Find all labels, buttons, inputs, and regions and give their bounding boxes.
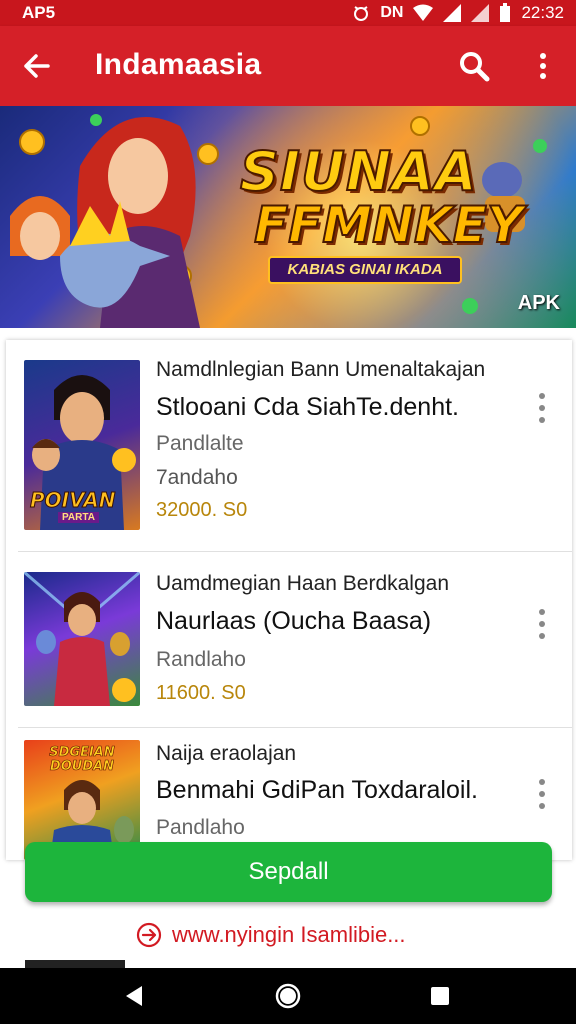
search-icon[interactable] [456,48,492,84]
website-link[interactable]: www.nyingin Isamlibie... [136,918,406,952]
thumbnail-title: POIVAN [29,488,116,513]
system-nav-bar [0,968,576,1024]
back-triangle-icon[interactable] [120,982,148,1010]
app-thumbnail[interactable] [24,572,140,706]
website-link-label[interactable]: www.nyingin Isamlibie... [172,922,406,948]
banner-logo-line2: FFMNKEY [253,195,524,255]
app-title[interactable]: Naurlaas (Oucha Baasa) [156,607,431,636]
banner-logo-tag: KABIAS GINAI IKADA [268,256,462,284]
dnd-icon: DN [380,4,404,21]
thumbnail-title: SDGEIAN DOUDAN [49,745,115,774]
app-subtitle: Namdlnlegian Bann Umenaltakajan [156,358,486,381]
next-item-peek [25,960,125,968]
signal-icon [471,4,490,22]
thumbnail-subtitle: PARTA [58,512,99,523]
item-menu-icon[interactable] [536,392,548,424]
app-thumbnail[interactable]: POIVAN PARTA [24,360,140,530]
alarm-icon [354,6,369,21]
home-circle-icon[interactable] [274,982,302,1010]
list-item[interactable]: POIVAN PARTA Namdlnlegian Bann Umenaltak… [6,340,572,550]
apk-badge: APK [517,292,560,314]
more-vert-icon[interactable] [528,48,558,84]
app-price: 11600. S0 [156,682,246,704]
item-menu-icon[interactable] [536,608,548,640]
back-arrow-icon[interactable] [18,48,54,84]
app-meta: 7andaho [156,466,238,489]
recents-square-icon[interactable] [426,982,454,1010]
signal-icon [443,4,462,22]
item-menu-icon[interactable] [536,778,548,810]
status-time: 22:32 [521,3,564,22]
app-price: 32000. S0 [156,499,248,521]
primary-action-button[interactable]: Sepdall [25,842,552,902]
battery-icon [500,3,511,22]
app-subtitle: Naija eraolajan [156,742,297,765]
app-title[interactable]: Benmahi GdiPan Toxdaraloil. [156,776,478,805]
banner-logo-line1: SIUNAA [239,139,478,204]
list-item[interactable]: SDGEIAN DOUDAN Naija eraolajan Benmahi G… [6,728,572,860]
status-icons: DN 22:32 [352,3,564,23]
list-item[interactable]: Uamdmegian Haan Berdkalgan Naurlaas (Ouc… [6,552,572,727]
promo-banner[interactable]: SIUNAA FFMNKEY KABIAS GINAI IKADA APK [0,106,576,328]
app-bar: Indamaasia [0,26,576,106]
app-title: Indamaasia [95,48,262,81]
app-subtitle: Uamdmegian Haan Berdkalgan [156,572,450,595]
app-meta: Pandlaho [156,816,245,839]
status-left-label: AP5 [22,3,56,22]
wifi-icon [413,4,434,21]
status-bar: AP5 DN 22:32 [0,0,576,26]
app-meta: Randlaho [156,648,246,671]
arrow-circle-icon [136,922,162,948]
app-list: POIVAN PARTA Namdlnlegian Bann Umenaltak… [6,340,572,860]
app-meta: Pandlalte [156,432,244,455]
app-title[interactable]: Stlooani Cda SiahTe.denht. [156,393,459,422]
